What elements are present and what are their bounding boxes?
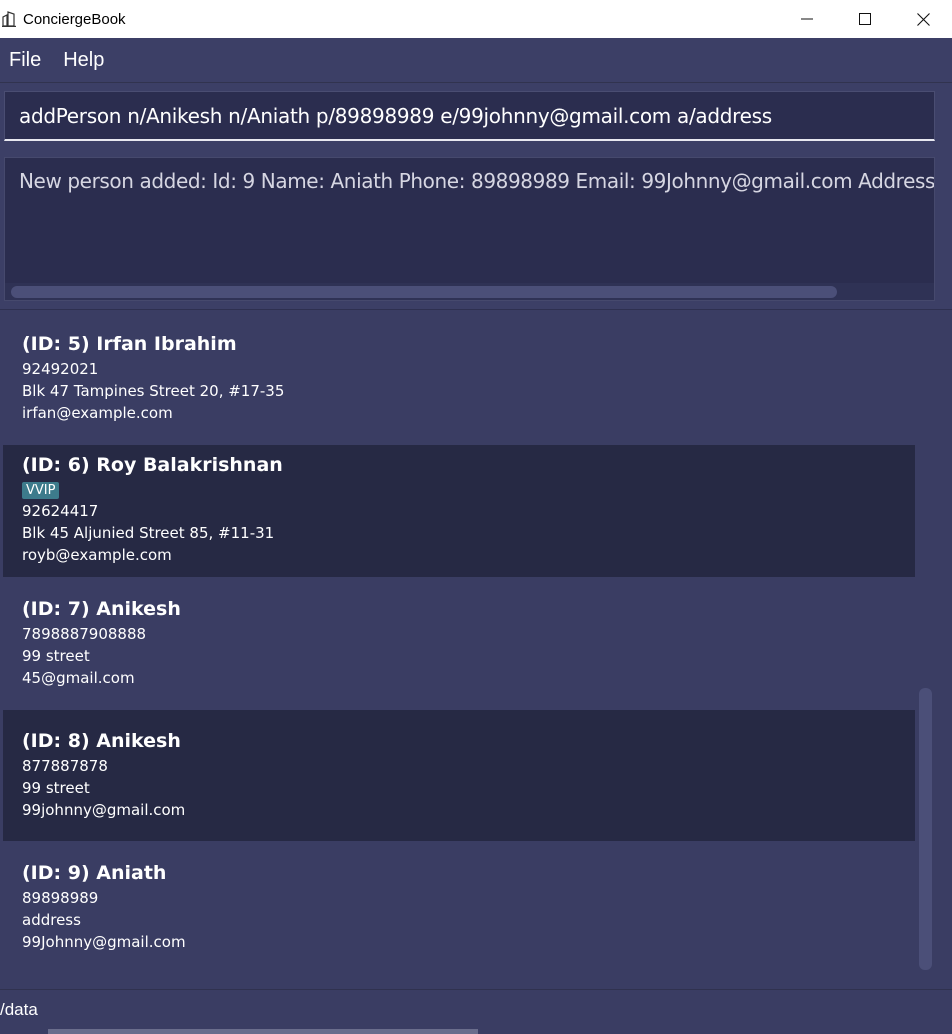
building-icon: [2, 11, 16, 27]
result-scroll-thumb[interactable]: [11, 286, 837, 298]
menu-help[interactable]: Help: [63, 49, 104, 72]
person-name: (ID: 8) Anikesh: [22, 730, 181, 752]
result-horizontal-scrollbar[interactable]: [5, 283, 934, 300]
person-card[interactable]: (ID: 6) Roy Balakrishnan VVIP 92624417 B…: [3, 445, 915, 577]
command-input[interactable]: [19, 103, 920, 128]
result-panel: New person added: Id: 9 Name: Aniath Pho…: [0, 148, 952, 310]
person-email: 99johnny@gmail.com: [22, 801, 186, 819]
result-text: New person added: Id: 9 Name: Aniath Pho…: [19, 169, 935, 193]
person-card[interactable]: (ID: 7) Anikesh 7898887908888 99 street …: [3, 598, 915, 689]
person-card[interactable]: (ID: 9) Aniath 89898989 address 99Johnny…: [3, 862, 915, 953]
person-card[interactable]: (ID: 5) Irfan Ibrahim 92492021 Blk 47 Ta…: [3, 333, 915, 424]
maximize-button[interactable]: [836, 0, 894, 38]
person-list: (ID: 5) Irfan Ibrahim 92492021 Blk 47 Ta…: [0, 311, 952, 989]
menu-bar: File Help: [0, 38, 952, 82]
person-address: address: [22, 911, 81, 929]
person-card[interactable]: (ID: 8) Anikesh 877887878 99 street 99jo…: [3, 710, 915, 841]
list-vertical-scrollbar[interactable]: [919, 688, 932, 970]
person-phone: 92492021: [22, 360, 99, 378]
result-display: New person added: Id: 9 Name: Aniath Pho…: [4, 157, 935, 301]
minimize-button[interactable]: [778, 0, 836, 38]
menu-file[interactable]: File: [9, 49, 41, 72]
person-email: royb@example.com: [22, 546, 172, 564]
command-panel: [0, 82, 952, 148]
maximize-icon: [859, 13, 871, 25]
command-box[interactable]: [4, 91, 935, 141]
person-name: (ID: 7) Anikesh: [22, 598, 181, 620]
person-name: (ID: 9) Aniath: [22, 862, 167, 884]
close-button[interactable]: [894, 0, 952, 38]
person-name: (ID: 6) Roy Balakrishnan: [22, 454, 283, 476]
minimize-icon: [801, 18, 813, 20]
person-email: irfan@example.com: [22, 404, 173, 422]
person-address: 99 street: [22, 647, 90, 665]
close-icon: [916, 12, 930, 26]
person-name: (ID: 5) Irfan Ibrahim: [22, 333, 237, 355]
title-bar: ConciergeBook: [0, 0, 952, 38]
person-email: 45@gmail.com: [22, 669, 135, 687]
person-address: Blk 45 Aljunied Street 85, #11-31: [22, 524, 275, 542]
person-phone: 89898989: [22, 889, 99, 907]
person-address: Blk 47 Tampines Street 20, #17-35: [22, 382, 285, 400]
person-phone: 877887878: [22, 757, 108, 775]
save-location: /data: [0, 1000, 38, 1019]
person-email: 99Johnny@gmail.com: [22, 933, 186, 951]
window-title: ConciergeBook: [23, 10, 126, 28]
person-phone: 7898887908888: [22, 625, 147, 643]
person-phone: 92624417: [22, 502, 99, 520]
status-horizontal-scrollbar[interactable]: [48, 1029, 478, 1034]
person-address: 99 street: [22, 779, 90, 797]
status-bar: /data: [0, 989, 952, 1034]
tag-badge: VVIP: [22, 482, 60, 499]
